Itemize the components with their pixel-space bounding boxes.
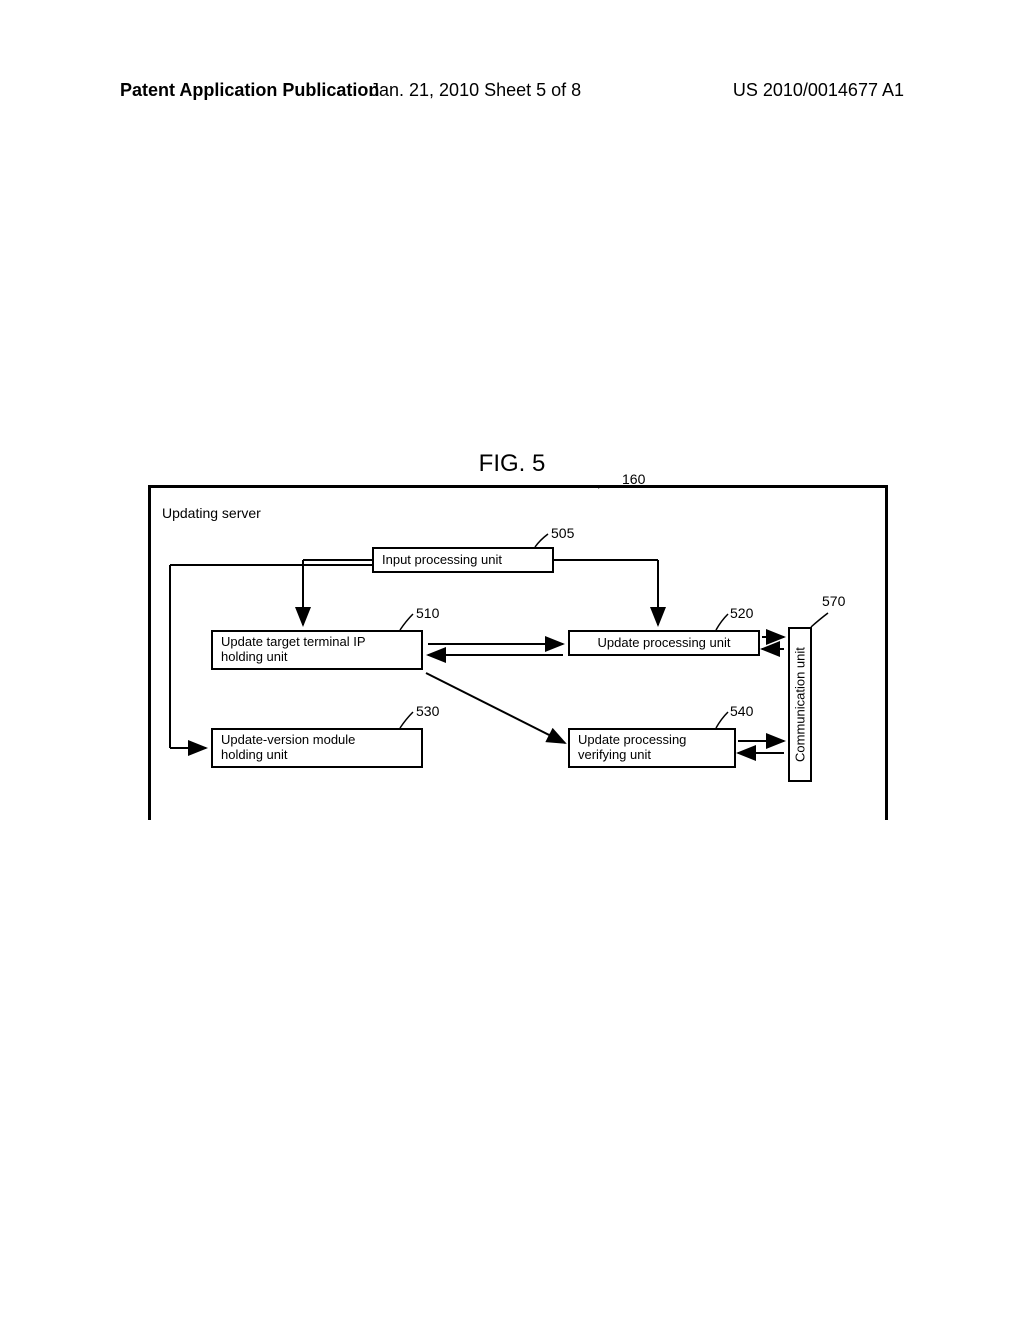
diagram-container: Updating server 160 505 Input processing…	[148, 485, 888, 820]
ip-holding-label: Update target terminal IP holding unit	[221, 635, 366, 665]
input-processing-unit: Input processing unit	[372, 547, 554, 573]
update-processing-unit: Update processing unit	[568, 630, 760, 656]
ref-570: 570	[822, 593, 845, 609]
update-proc-label: Update processing unit	[598, 636, 731, 651]
communication-unit: Communication unit	[788, 627, 812, 782]
ref-510: 510	[416, 605, 439, 621]
version-module-unit: Update-version module holding unit	[211, 728, 423, 768]
ip-holding-unit: Update target terminal IP holding unit	[211, 630, 423, 670]
page: Patent Application Publication Jan. 21, …	[0, 0, 1024, 1320]
verifying-unit: Update processing verifying unit	[568, 728, 736, 768]
server-label: Updating server	[162, 505, 261, 521]
input-label: Input processing unit	[382, 553, 502, 568]
ref-160: 160	[622, 471, 645, 487]
header-pub-number: US 2010/0014677 A1	[733, 80, 904, 101]
header-date-sheet: Jan. 21, 2010 Sheet 5 of 8	[370, 80, 581, 101]
ref-505: 505	[551, 525, 574, 541]
verify-label: Update processing verifying unit	[578, 733, 686, 763]
ref-530: 530	[416, 703, 439, 719]
ref-520: 520	[730, 605, 753, 621]
version-module-label: Update-version module holding unit	[221, 733, 355, 763]
comm-label: Communication unit	[793, 647, 808, 762]
header-publication: Patent Application Publication	[120, 80, 379, 101]
ref-540: 540	[730, 703, 753, 719]
figure-title: FIG. 5	[0, 450, 1024, 478]
